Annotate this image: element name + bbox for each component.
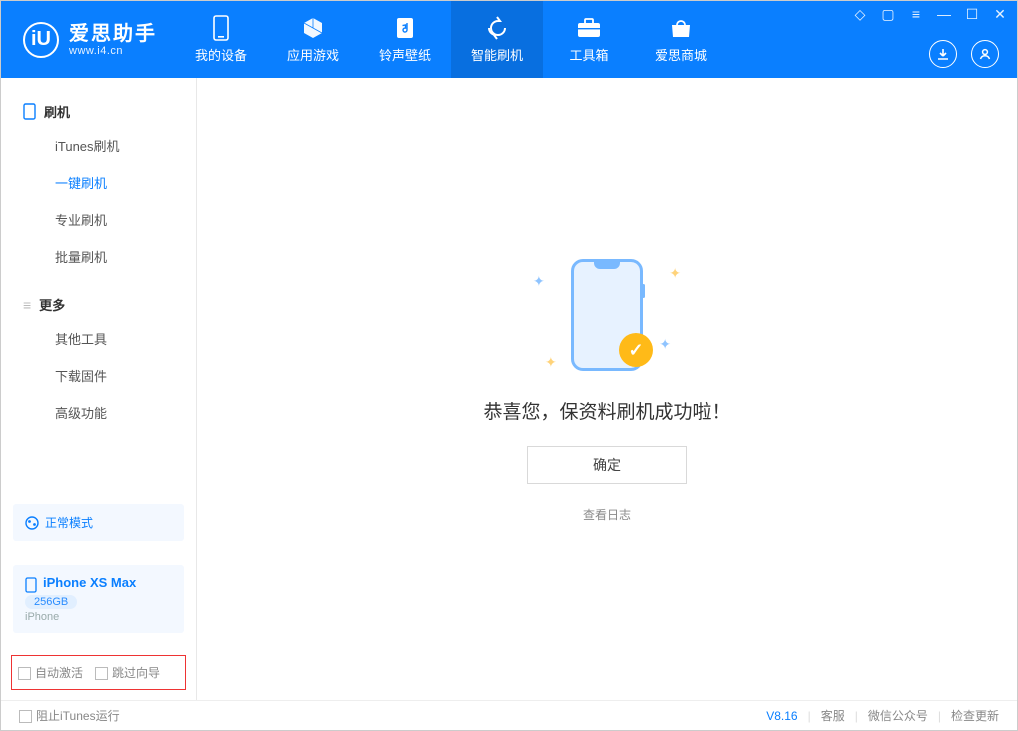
- device-info-box[interactable]: iPhone XS Max 256GB iPhone: [13, 565, 184, 633]
- sidebar-item-batch-flash[interactable]: 批量刷机: [1, 238, 196, 275]
- app-url: www.i4.cn: [69, 45, 157, 57]
- cube-icon: [300, 15, 326, 41]
- success-illustration: ✦✦ ✦✦ ✓: [527, 255, 687, 375]
- tab-label: 应用游戏: [287, 45, 339, 64]
- tab-label: 工具箱: [569, 45, 608, 64]
- app-logo-icon: iU: [23, 22, 59, 58]
- top-tabs: 我的设备 应用游戏 铃声壁纸 智能刷机 工具箱 爱思商城: [175, 1, 727, 78]
- toolbox-icon: [576, 15, 602, 41]
- sidebar-item-download-firmware[interactable]: 下载固件: [1, 357, 196, 394]
- phone-outline-icon: [23, 103, 36, 120]
- tab-smart-flash[interactable]: 智能刷机: [451, 1, 543, 78]
- tab-apps-games[interactable]: 应用游戏: [267, 1, 359, 78]
- device-storage: 256GB: [25, 595, 77, 609]
- logo-block: iU 爱思助手 www.i4.cn: [1, 1, 175, 78]
- menu-icon[interactable]: ≡: [909, 7, 923, 21]
- footer-link-update[interactable]: 检查更新: [951, 707, 999, 724]
- checkbox-label: 阻止iTunes运行: [36, 709, 120, 723]
- footer-link-wechat[interactable]: 微信公众号: [868, 707, 928, 724]
- checkbox-label: 自动激活: [35, 666, 83, 680]
- shop-icon: [668, 15, 694, 41]
- close-button[interactable]: ✕: [993, 7, 1007, 21]
- download-icon[interactable]: [929, 40, 957, 68]
- window-controls: ◇ ▢ ≡ ― ☐ ✕: [853, 7, 1007, 21]
- view-log-link[interactable]: 查看日志: [583, 506, 631, 523]
- device-name: iPhone XS Max: [43, 575, 136, 590]
- sidebar-section-flash: 刷机: [1, 96, 196, 127]
- tshirt-icon[interactable]: ◇: [853, 7, 867, 21]
- maximize-button[interactable]: ☐: [965, 7, 979, 21]
- footer-link-support[interactable]: 客服: [821, 707, 845, 724]
- status-bar: 阻止iTunes运行 V8.16 | 客服 | 微信公众号 | 检查更新: [1, 700, 1017, 730]
- sidebar-options-highlight: 自动激活 跳过向导: [11, 655, 186, 690]
- tab-label: 爱思商城: [655, 45, 707, 64]
- sidebar-section-label: 刷机: [44, 102, 70, 121]
- checkbox-stop-itunes[interactable]: 阻止iTunes运行: [19, 707, 120, 724]
- tab-shop[interactable]: 爱思商城: [635, 1, 727, 78]
- tab-label: 智能刷机: [471, 45, 523, 64]
- music-icon: [392, 15, 418, 41]
- tab-ringtones[interactable]: 铃声壁纸: [359, 1, 451, 78]
- main-content: ✦✦ ✦✦ ✓ 恭喜您，保资料刷机成功啦！ 确定 查看日志: [197, 78, 1017, 700]
- checkbox-label: 跳过向导: [112, 666, 160, 680]
- user-icon[interactable]: [971, 40, 999, 68]
- version-label: V8.16: [766, 709, 797, 723]
- sidebar-item-advanced[interactable]: 高级功能: [1, 394, 196, 431]
- lock-icon[interactable]: ▢: [881, 7, 895, 21]
- app-title: 爱思助手: [69, 23, 157, 45]
- confirm-button[interactable]: 确定: [527, 446, 687, 484]
- sidebar-section-label: 更多: [39, 295, 65, 314]
- minimize-button[interactable]: ―: [937, 7, 951, 21]
- tab-label: 铃声壁纸: [379, 45, 431, 64]
- sidebar-item-pro-flash[interactable]: 专业刷机: [1, 201, 196, 238]
- app-header: iU 爱思助手 www.i4.cn 我的设备 应用游戏 铃声壁纸 智能刷机 工具…: [1, 1, 1017, 78]
- device-mode-box[interactable]: 正常模式: [13, 504, 184, 541]
- sidebar-section-more: ≡ 更多: [1, 289, 196, 320]
- sidebar: 刷机 iTunes刷机 一键刷机 专业刷机 批量刷机 ≡ 更多 其他工具 下载固…: [1, 78, 197, 700]
- tab-label: 我的设备: [195, 45, 247, 64]
- mode-icon: [25, 516, 39, 530]
- checkbox-skip-guide[interactable]: 跳过向导: [95, 664, 160, 681]
- list-icon: ≡: [23, 297, 31, 313]
- sidebar-item-oneclick-flash[interactable]: 一键刷机: [1, 164, 196, 201]
- device-mode-label: 正常模式: [45, 514, 93, 531]
- tab-my-device[interactable]: 我的设备: [175, 1, 267, 78]
- phone-small-icon: [25, 577, 37, 593]
- success-message: 恭喜您，保资料刷机成功啦！: [483, 397, 730, 424]
- sidebar-item-itunes-flash[interactable]: iTunes刷机: [1, 127, 196, 164]
- device-type: iPhone: [25, 611, 172, 623]
- sidebar-item-other-tools[interactable]: 其他工具: [1, 320, 196, 357]
- checkbox-auto-activate[interactable]: 自动激活: [18, 664, 83, 681]
- device-icon: [208, 15, 234, 41]
- tab-toolbox[interactable]: 工具箱: [543, 1, 635, 78]
- check-badge-icon: ✓: [619, 333, 653, 367]
- refresh-icon: [484, 15, 510, 41]
